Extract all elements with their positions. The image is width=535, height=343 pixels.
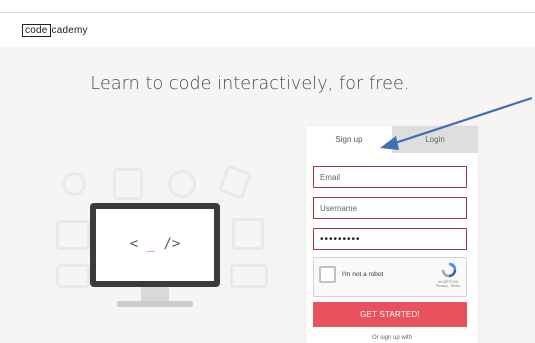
logo-boxed-text: code bbox=[22, 24, 51, 37]
tab-sign-up[interactable]: Sign up bbox=[306, 126, 392, 153]
faint-panel-icon bbox=[232, 218, 264, 250]
recaptcha-logo-icon bbox=[441, 262, 457, 278]
faint-gear-icon bbox=[62, 172, 86, 196]
auth-tabs: Sign up Login bbox=[306, 126, 478, 153]
password-field[interactable] bbox=[313, 228, 467, 250]
or-sign-up-with-text: Or sign up with bbox=[371, 335, 413, 341]
recaptcha-brand: reCAPTCHA Privacy - Terms bbox=[435, 280, 461, 288]
recaptcha-checkbox[interactable] bbox=[319, 266, 336, 283]
logo-text: cademy bbox=[51, 25, 88, 36]
monitor-code-text: < _ /> bbox=[129, 236, 181, 252]
codecademy-logo[interactable]: code cademy bbox=[22, 24, 88, 37]
monitor-base bbox=[117, 301, 193, 307]
faint-card-icon bbox=[56, 264, 90, 288]
username-field[interactable] bbox=[313, 197, 467, 219]
email-field[interactable] bbox=[313, 166, 467, 188]
hero-title: Learn to code interactively, for free. bbox=[90, 74, 410, 94]
faint-card-icon bbox=[230, 264, 268, 288]
recaptcha-label: I'm not a robot bbox=[342, 271, 384, 278]
faint-document-icon bbox=[113, 168, 143, 200]
faint-window-icon bbox=[56, 220, 90, 250]
tab-login[interactable]: Login bbox=[392, 126, 478, 153]
faint-globe-icon bbox=[168, 170, 196, 198]
monitor-stand bbox=[141, 287, 169, 301]
get-started-button[interactable]: GET STARTED! bbox=[313, 302, 467, 327]
